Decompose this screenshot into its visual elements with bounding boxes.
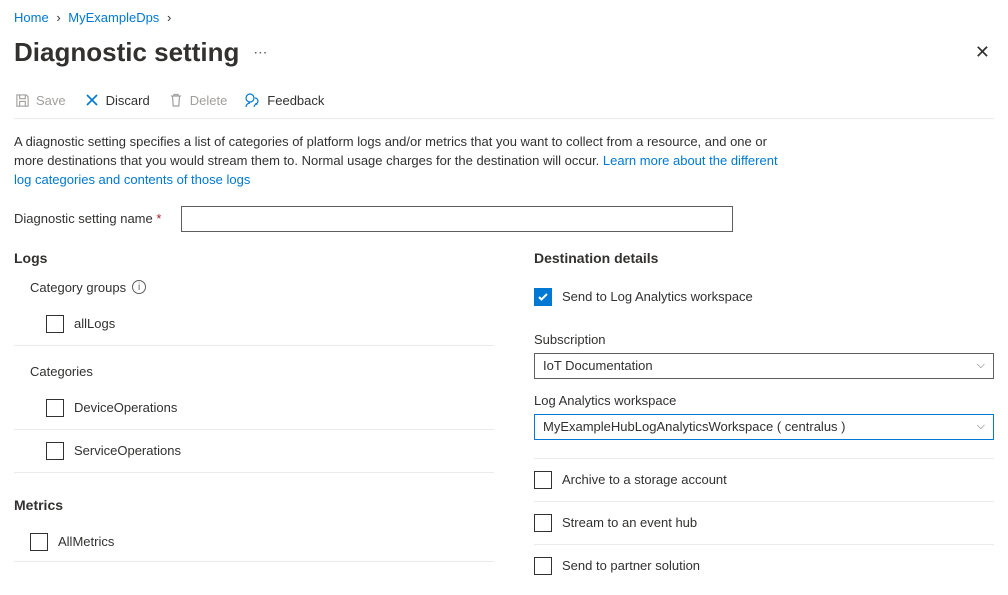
device-operations-label: DeviceOperations	[74, 400, 177, 415]
diagnostic-setting-name-input[interactable]	[181, 206, 733, 232]
categories-label: Categories	[30, 364, 93, 379]
discard-icon	[84, 92, 100, 108]
required-indicator: *	[156, 211, 161, 226]
discard-button[interactable]: Discard	[84, 92, 150, 108]
feedback-icon	[245, 92, 261, 108]
save-label: Save	[36, 93, 66, 108]
discard-label: Discard	[106, 93, 150, 108]
more-actions-button[interactable]: ⋯	[249, 44, 271, 61]
breadcrumb-home[interactable]: Home	[14, 10, 49, 25]
save-button[interactable]: Save	[14, 92, 66, 108]
breadcrumb-parent[interactable]: MyExampleDps	[68, 10, 159, 25]
partner-solution-label: Send to partner solution	[562, 558, 700, 573]
breadcrumb-sep: ›	[163, 10, 175, 25]
subscription-select[interactable]: IoT Documentation ⌵	[534, 353, 994, 379]
delete-label: Delete	[190, 93, 228, 108]
name-label: Diagnostic setting name *	[14, 211, 161, 226]
workspace-value: MyExampleHubLogAnalyticsWorkspace ( cent…	[543, 419, 846, 434]
service-operations-checkbox[interactable]	[46, 442, 64, 460]
send-log-analytics-label: Send to Log Analytics workspace	[562, 289, 753, 304]
feedback-label: Feedback	[267, 93, 324, 108]
all-metrics-checkbox[interactable]	[30, 533, 48, 551]
category-groups-label: Category groups	[30, 280, 126, 295]
workspace-select[interactable]: MyExampleHubLogAnalyticsWorkspace ( cent…	[534, 414, 994, 440]
stream-eventhub-label: Stream to an event hub	[562, 515, 697, 530]
send-log-analytics-checkbox[interactable]	[534, 288, 552, 306]
page-description: A diagnostic setting specifies a list of…	[14, 119, 794, 200]
service-operations-label: ServiceOperations	[74, 443, 181, 458]
breadcrumb: Home › MyExampleDps ›	[14, 8, 994, 33]
breadcrumb-sep: ›	[52, 10, 64, 25]
partner-solution-checkbox[interactable]	[534, 557, 552, 575]
logs-section-title: Logs	[14, 250, 494, 266]
save-icon	[14, 92, 30, 108]
chevron-down-icon: ⌵	[977, 359, 985, 372]
all-metrics-label: AllMetrics	[58, 534, 114, 549]
subscription-value: IoT Documentation	[543, 358, 653, 373]
all-logs-checkbox[interactable]	[46, 315, 64, 333]
workspace-label: Log Analytics workspace	[534, 393, 994, 408]
toolbar: Save Discard Delete Feedback	[14, 86, 994, 119]
page-title: Diagnostic setting	[14, 37, 239, 68]
stream-eventhub-checkbox[interactable]	[534, 514, 552, 532]
info-icon[interactable]: i	[132, 280, 146, 294]
destination-details-title: Destination details	[534, 250, 994, 266]
delete-icon	[168, 92, 184, 108]
delete-button[interactable]: Delete	[168, 92, 228, 108]
archive-storage-label: Archive to a storage account	[562, 472, 727, 487]
chevron-down-icon: ⌵	[977, 420, 985, 433]
metrics-section-title: Metrics	[14, 497, 494, 513]
all-logs-label: allLogs	[74, 316, 115, 331]
subscription-label: Subscription	[534, 332, 994, 347]
device-operations-checkbox[interactable]	[46, 399, 64, 417]
feedback-button[interactable]: Feedback	[245, 92, 324, 108]
close-button[interactable]: ✕	[971, 38, 994, 67]
archive-storage-checkbox[interactable]	[534, 471, 552, 489]
